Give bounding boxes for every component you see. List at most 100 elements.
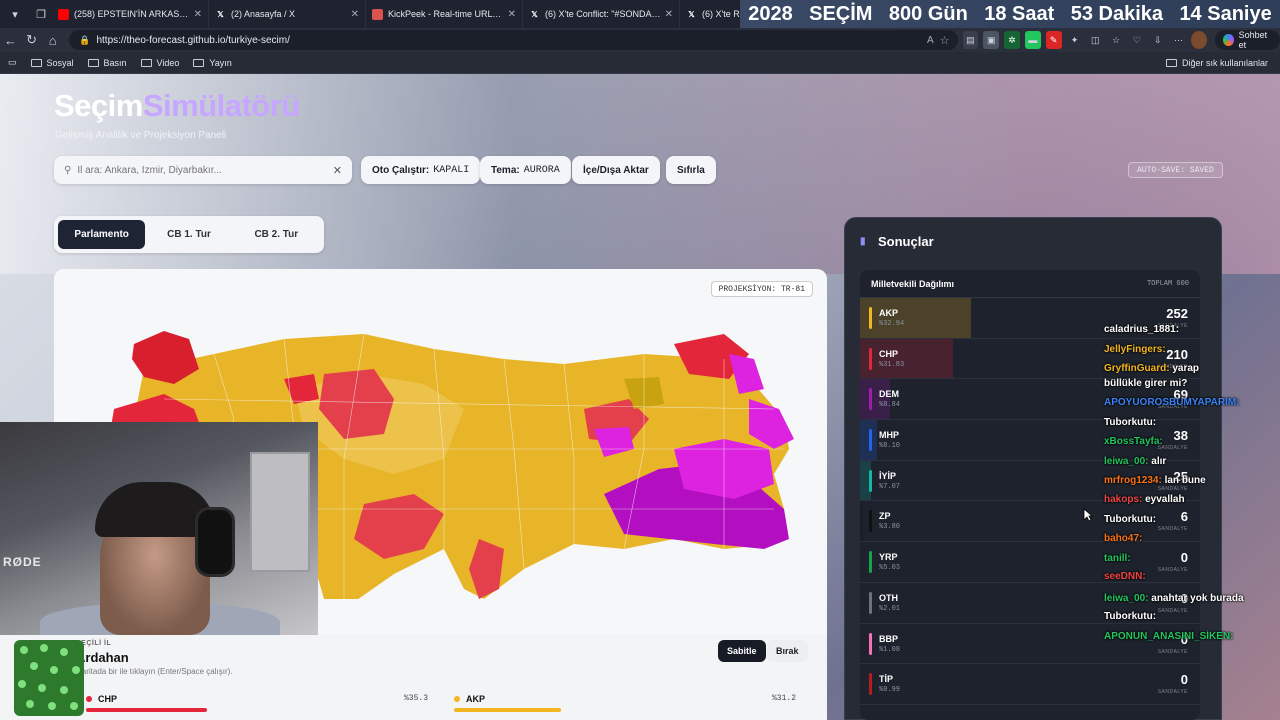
- copilot-icon: [1223, 34, 1234, 46]
- bookmark-folder-video[interactable]: Video: [140, 58, 179, 68]
- youtube-icon: [58, 8, 69, 20]
- chat-username: APONUN_ANASINI_SİKEN:: [1104, 631, 1234, 642]
- split-screen-icon[interactable]: ◫: [1087, 31, 1103, 49]
- address-bar[interactable]: 🔒 https://theo-forecast.github.io/turkiy…: [69, 30, 958, 50]
- tab-title: KickPeek - Real-time URL Crawler: [388, 9, 504, 19]
- x-icon: 𝕏: [688, 9, 695, 19]
- extension-4-icon[interactable]: ▬: [1024, 31, 1041, 49]
- browser-tab-4[interactable]: 𝕏 (6) X'te Conflict: "#SONDAKİKA ı ✕: [523, 0, 680, 28]
- back-icon[interactable]: ←: [0, 28, 21, 52]
- close-tab-icon[interactable]: ✕: [194, 9, 202, 20]
- extension-1-icon[interactable]: ▤: [962, 31, 979, 49]
- party-seat-row[interactable]: YRP %5.03 0 SANDALYE: [860, 542, 1200, 583]
- bookmark-folder-yayin[interactable]: Yayın: [193, 58, 232, 68]
- browser-tab-1[interactable]: (258) EPSTEIN'İN ARKASINDAKİ G ✕: [52, 0, 209, 28]
- chat-username: APOYUOROSBUMYAPARIM:: [1104, 397, 1240, 408]
- party-color-bar: [869, 591, 872, 614]
- tab-cb-1-tur[interactable]: CB 1. Tur: [145, 220, 232, 249]
- folder-icon: [30, 58, 42, 67]
- bookmarks-bar: ▭ Sosyal Basın Video Yayın Diğer sık kul…: [0, 52, 1280, 74]
- party-color-bar: [869, 632, 872, 655]
- seat-table-title: Milletvekili Dağılımı: [871, 278, 955, 289]
- import-export-button[interactable]: İçe/Dışa Aktar: [572, 156, 660, 184]
- party-name: BBP: [879, 633, 899, 644]
- folder-icon: [87, 58, 99, 67]
- webcam-background-frame: [250, 452, 310, 572]
- bookmarks-app-icon[interactable]: ▭: [8, 57, 17, 68]
- copilot-label: Sohbet et: [1238, 30, 1268, 50]
- bookmark-folder-sosyal[interactable]: Sosyal: [30, 57, 74, 68]
- chat-message: caladrius_1881:: [1104, 325, 1179, 335]
- chat-username: mrfrog1234:: [1104, 475, 1162, 486]
- chat-message: GryffinGuard: yarap: [1104, 364, 1199, 374]
- party-seat-count: 38: [1173, 428, 1188, 444]
- read-aloud-icon[interactable]: A: [927, 35, 934, 46]
- province-search-input[interactable]: [77, 164, 333, 176]
- tab-title: (2) Anasayfa / X: [231, 9, 296, 19]
- folder-icon: [1165, 58, 1177, 67]
- favorites-icon[interactable]: ☆: [1108, 31, 1124, 49]
- theme-button[interactable]: Tema: AURORA: [480, 156, 571, 184]
- extensions-puzzle-icon[interactable]: ✦: [1067, 31, 1083, 49]
- selected-party-row: CHP %35.3: [86, 694, 428, 718]
- selected-province-hint: Haritada bir ile tıklayın (Enter/Space ç…: [76, 667, 233, 676]
- chat-username: Tuborkutu:: [1104, 611, 1157, 622]
- seat-label: SANDALYE: [1157, 485, 1188, 492]
- favorite-star-icon[interactable]: ☆: [940, 34, 950, 47]
- extension-3-icon[interactable]: ✲: [1004, 31, 1020, 49]
- webcam-overlay: RØDE: [0, 422, 318, 635]
- kickpeek-icon: [372, 8, 383, 20]
- extension-2-icon[interactable]: ▣: [983, 31, 1000, 49]
- close-tab-icon[interactable]: ✕: [508, 9, 516, 20]
- tab-cb-2-tur[interactable]: CB 2. Tur: [233, 220, 320, 249]
- close-tab-icon[interactable]: ✕: [351, 9, 359, 20]
- workspaces-icon[interactable]: ❐: [30, 3, 52, 25]
- seat-table-total: TOPLAM 600: [1146, 279, 1189, 288]
- party-seat-count: 0: [1180, 672, 1188, 688]
- mouse-cursor-icon: [1083, 508, 1093, 522]
- folder-icon: [140, 58, 152, 67]
- browser-tab-3[interactable]: KickPeek - Real-time URL Crawler ✕: [366, 0, 523, 28]
- party-seat-row[interactable]: BBP %1.08 0 SANDALYE: [860, 624, 1200, 665]
- chat-text: yarap: [1172, 363, 1200, 374]
- results-title-text: Sonuçlar: [878, 234, 934, 249]
- party-seat-row[interactable]: TİP %0.99 0 SANDALYE: [860, 664, 1200, 705]
- browser-tab-2[interactable]: 𝕏 (2) Anasayfa / X ✕: [209, 0, 366, 28]
- refresh-icon[interactable]: ↻: [21, 28, 42, 52]
- autorun-button[interactable]: Oto Çalıştır: KAPALI: [361, 156, 481, 184]
- release-button[interactable]: Bırak: [767, 640, 808, 662]
- copilot-button[interactable]: Sohbet et: [1215, 30, 1280, 50]
- party-name: CHP: [98, 694, 118, 704]
- seat-share-fill: [860, 338, 953, 379]
- chat-message: Tuborkutu:: [1104, 515, 1156, 525]
- bookmark-label: Sosyal: [46, 57, 74, 68]
- clover-pattern-icon: [18, 644, 80, 710]
- profile-avatar[interactable]: [1191, 31, 1208, 49]
- clover-avatar: [14, 640, 84, 716]
- bookmark-folder-basin[interactable]: Basın: [87, 58, 127, 68]
- tab-menu-icon[interactable]: ▾: [4, 3, 26, 25]
- more-menu-icon[interactable]: ⋯: [1171, 31, 1187, 49]
- close-tab-icon[interactable]: ✕: [665, 9, 673, 20]
- url-text[interactable]: https://theo-forecast.github.io/turkiye-…: [96, 35, 289, 46]
- party-name: YRP: [879, 552, 898, 563]
- pin-button[interactable]: Sabitle: [718, 640, 766, 662]
- chat-message: APOYUOROSBUMYAPARIM:: [1104, 398, 1240, 408]
- tab-parlamento[interactable]: Parlamento: [58, 220, 146, 249]
- party-color-bar: [869, 347, 872, 370]
- clear-icon[interactable]: ✕: [333, 164, 342, 177]
- party-vote-percent: %8.84: [879, 401, 901, 410]
- theme-label: Tema:: [491, 164, 520, 176]
- downloads-icon[interactable]: ⇩: [1150, 31, 1166, 49]
- collections-icon[interactable]: ♡: [1129, 31, 1145, 49]
- autorun-label: Oto Çalıştır:: [372, 164, 430, 176]
- other-favorites-label: Diğer sık kullanılanlar: [1181, 57, 1268, 68]
- other-favorites[interactable]: Diğer sık kullanılanlar: [1165, 57, 1268, 68]
- chat-message: Tuborkutu:: [1104, 418, 1156, 428]
- countdown-days: 800 Gün: [888, 2, 968, 25]
- extension-5-icon[interactable]: ✎: [1045, 31, 1062, 49]
- headset-icon: [195, 507, 235, 577]
- chat-message: büllükle girer mi?: [1104, 379, 1187, 389]
- home-icon[interactable]: ⌂: [42, 28, 63, 52]
- reset-button[interactable]: Sıfırla: [666, 156, 716, 184]
